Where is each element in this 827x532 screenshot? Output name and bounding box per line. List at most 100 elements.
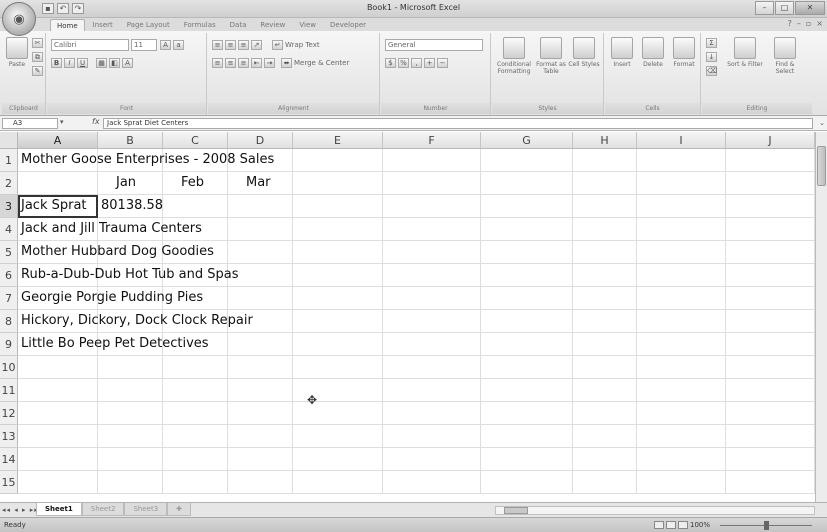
cell-a1[interactable]: Mother Goose Enterprises - 2008 Sales — [18, 149, 274, 172]
sheet-tab-sheet1[interactable]: Sheet1 — [36, 503, 82, 516]
cell-a14[interactable] — [18, 448, 98, 471]
cell-h2[interactable] — [573, 172, 637, 195]
wrap-text-icon[interactable]: ↵ — [272, 40, 283, 50]
page-layout-view-icon[interactable] — [666, 521, 676, 529]
cell-h13[interactable] — [573, 425, 637, 448]
cell-e15[interactable] — [293, 471, 383, 494]
borders-icon[interactable]: ▦ — [96, 58, 107, 68]
zoom-slider-thumb[interactable] — [764, 521, 769, 530]
cell-j15[interactable] — [726, 471, 815, 494]
cell-b3[interactable]: 80138.58 — [98, 195, 163, 218]
row-header-10[interactable]: 10 — [0, 356, 18, 379]
italic-icon[interactable]: I — [64, 58, 75, 68]
cell-j10[interactable] — [726, 356, 815, 379]
cell-h15[interactable] — [573, 471, 637, 494]
decrease-indent-icon[interactable]: ⇤ — [251, 58, 262, 68]
row-header-8[interactable]: 8 — [0, 310, 18, 333]
cell-j8[interactable] — [726, 310, 815, 333]
cell-b13[interactable] — [98, 425, 163, 448]
align-top-icon[interactable]: ≡ — [212, 40, 223, 50]
cell-d2[interactable]: Mar — [228, 172, 293, 195]
cell-c3[interactable] — [163, 195, 228, 218]
sort-filter-button[interactable]: Sort & Filter — [726, 37, 764, 68]
select-all-corner[interactable] — [0, 132, 18, 149]
ribbon-close-icon[interactable]: × — [816, 19, 823, 28]
cell-h10[interactable] — [573, 356, 637, 379]
cell-d13[interactable] — [228, 425, 293, 448]
cell-e9[interactable] — [293, 333, 383, 356]
cell-f9[interactable] — [383, 333, 481, 356]
horizontal-scroll-thumb[interactable] — [504, 507, 528, 514]
cell-d15[interactable] — [228, 471, 293, 494]
bold-icon[interactable]: B — [51, 58, 62, 68]
cell-j2[interactable] — [726, 172, 815, 195]
cell-f3[interactable] — [383, 195, 481, 218]
find-select-button[interactable]: Find & Select — [766, 37, 804, 75]
cell-e4[interactable] — [293, 218, 383, 241]
row-header-13[interactable]: 13 — [0, 425, 18, 448]
cell-c11[interactable] — [163, 379, 228, 402]
format-painter-icon[interactable]: ✎ — [32, 66, 43, 76]
cell-a5[interactable]: Mother Hubbard Dog Goodies — [18, 241, 214, 264]
cell-h3[interactable] — [573, 195, 637, 218]
cell-a2[interactable] — [18, 172, 98, 195]
row-header-15[interactable]: 15 — [0, 471, 18, 494]
conditional-formatting-button[interactable]: Conditional Formatting — [494, 37, 534, 75]
tab-developer[interactable]: Developer — [324, 19, 372, 31]
cell-b15[interactable] — [98, 471, 163, 494]
close-button[interactable]: ✕ — [795, 1, 825, 15]
cell-f15[interactable] — [383, 471, 481, 494]
cell-c14[interactable] — [163, 448, 228, 471]
worksheet-grid[interactable]: A B C D E F G H I J 1 Mother Goose Enterp… — [0, 132, 815, 502]
cell-f4[interactable] — [383, 218, 481, 241]
cell-g2[interactable] — [481, 172, 573, 195]
cell-c10[interactable] — [163, 356, 228, 379]
row-header-6[interactable]: 6 — [0, 264, 18, 287]
cell-b11[interactable] — [98, 379, 163, 402]
cell-e8[interactable] — [293, 310, 383, 333]
cell-i7[interactable] — [637, 287, 726, 310]
cell-e1[interactable] — [293, 149, 383, 172]
sheet-tab-sheet2[interactable]: Sheet2 — [81, 503, 125, 516]
cell-a4[interactable]: Jack and Jill Trauma Centers — [18, 218, 202, 241]
cell-j12[interactable] — [726, 402, 815, 425]
cell-e7[interactable] — [293, 287, 383, 310]
zoom-level[interactable]: 100% — [690, 521, 710, 529]
cell-j4[interactable] — [726, 218, 815, 241]
cell-g1[interactable] — [481, 149, 573, 172]
cell-g14[interactable] — [481, 448, 573, 471]
formula-input[interactable]: Jack Sprat Diet Centers — [103, 118, 813, 129]
row-header-14[interactable]: 14 — [0, 448, 18, 471]
cell-a7[interactable]: Georgie Porgie Pudding Pies — [18, 287, 203, 310]
cell-d5[interactable] — [228, 241, 293, 264]
cell-f14[interactable] — [383, 448, 481, 471]
cell-h12[interactable] — [573, 402, 637, 425]
number-format-select[interactable]: General — [385, 39, 483, 51]
cell-e2[interactable] — [293, 172, 383, 195]
cell-i12[interactable] — [637, 402, 726, 425]
cell-i6[interactable] — [637, 264, 726, 287]
tab-insert[interactable]: Insert — [87, 19, 119, 31]
cell-g7[interactable] — [481, 287, 573, 310]
cell-d12[interactable] — [228, 402, 293, 425]
cell-e6[interactable] — [293, 264, 383, 287]
cell-h7[interactable] — [573, 287, 637, 310]
cell-g3[interactable] — [481, 195, 573, 218]
font-color-icon[interactable]: A — [122, 58, 133, 68]
cell-d11[interactable] — [228, 379, 293, 402]
cell-d10[interactable] — [228, 356, 293, 379]
cell-f6[interactable] — [383, 264, 481, 287]
cell-j9[interactable] — [726, 333, 815, 356]
sheet-tab-sheet3[interactable]: Sheet3 — [124, 503, 168, 516]
cell-j13[interactable] — [726, 425, 815, 448]
row-header-1[interactable]: 1 — [0, 149, 18, 172]
shrink-font-icon[interactable]: a — [173, 40, 184, 50]
cell-h8[interactable] — [573, 310, 637, 333]
cell-h4[interactable] — [573, 218, 637, 241]
cell-g13[interactable] — [481, 425, 573, 448]
cell-f1[interactable] — [383, 149, 481, 172]
cell-d7[interactable] — [228, 287, 293, 310]
row-header-12[interactable]: 12 — [0, 402, 18, 425]
cell-a11[interactable] — [18, 379, 98, 402]
cell-h1[interactable] — [573, 149, 637, 172]
